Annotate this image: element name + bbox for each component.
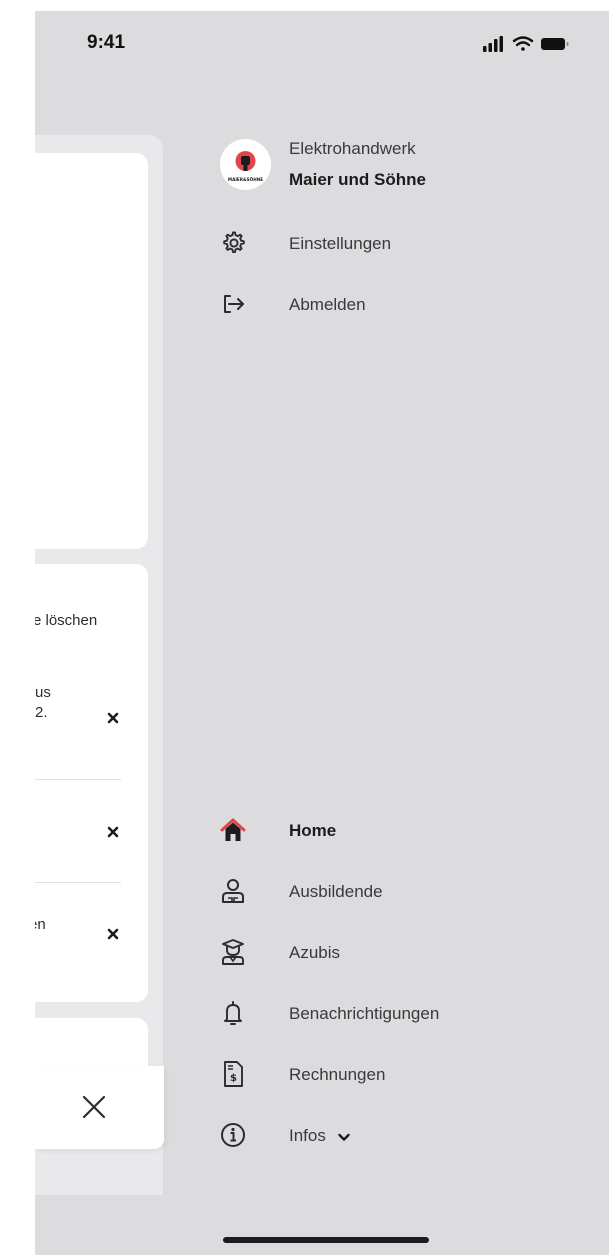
nav-label: Benachrichtigungen bbox=[289, 1004, 440, 1023]
status-time: 9:41 bbox=[87, 32, 126, 53]
signal-icon bbox=[483, 36, 503, 52]
svg-text:$: $ bbox=[230, 1073, 237, 1084]
drawer-screen: 9:41 e löschen us 2. en bbox=[35, 11, 609, 1255]
nav-item-benachrichtigungen[interactable]: Benachrichtigungen bbox=[35, 999, 609, 1029]
card-text: en bbox=[35, 916, 46, 933]
close-icon[interactable] bbox=[81, 1094, 107, 1120]
battery-icon bbox=[541, 38, 569, 50]
bell-icon bbox=[224, 1001, 242, 1025]
nav-item-rechnungen[interactable]: $ Rechnungen bbox=[35, 1060, 609, 1090]
card-text: 2. bbox=[35, 704, 48, 721]
nav-item-infos[interactable]: Infos bbox=[35, 1121, 609, 1151]
card-text: us bbox=[35, 684, 51, 701]
close-icon[interactable] bbox=[107, 712, 119, 724]
background-card-list: e löschen us 2. en bbox=[35, 564, 148, 1002]
logo-text: MAIER&SÖHNE bbox=[228, 177, 263, 182]
background-card bbox=[35, 153, 148, 549]
company-logo: MAIER&SÖHNE bbox=[220, 139, 271, 190]
nav-item-azubis[interactable]: Azubis bbox=[35, 938, 609, 968]
menu-label: Abmelden bbox=[289, 295, 366, 314]
nav-label: Infos bbox=[289, 1126, 326, 1145]
status-icons bbox=[483, 36, 569, 52]
divider bbox=[35, 779, 121, 780]
plug-logo-icon: MAIER&SÖHNE bbox=[228, 151, 263, 182]
menu-item-logout[interactable]: Abmelden bbox=[35, 290, 609, 320]
card-text: e löschen bbox=[35, 612, 98, 629]
graduate-icon bbox=[222, 939, 244, 965]
company-type: Elektrohandwerk bbox=[289, 139, 416, 158]
home-indicator bbox=[223, 1237, 429, 1243]
home-icon bbox=[220, 818, 246, 841]
nav-item-ausbildende[interactable]: Ausbildende bbox=[35, 877, 609, 907]
nav-label: Ausbildende bbox=[289, 882, 383, 901]
info-icon bbox=[221, 1123, 245, 1147]
invoice-icon: $ bbox=[224, 1061, 243, 1087]
trainer-icon bbox=[222, 879, 244, 903]
menu-label: Einstellungen bbox=[289, 234, 392, 253]
logout-icon bbox=[224, 295, 244, 313]
menu-item-settings[interactable]: Einstellungen bbox=[35, 229, 609, 259]
nav-label: Azubis bbox=[289, 943, 341, 962]
gear-icon bbox=[223, 231, 245, 254]
chevron-down-icon[interactable] bbox=[338, 1133, 350, 1142]
company-name: Maier und Söhne bbox=[289, 170, 426, 189]
wifi-icon bbox=[512, 36, 534, 51]
nav-item-home[interactable]: Home bbox=[35, 816, 609, 846]
nav-label: Home bbox=[289, 821, 337, 840]
nav-label: Rechnungen bbox=[289, 1065, 386, 1084]
